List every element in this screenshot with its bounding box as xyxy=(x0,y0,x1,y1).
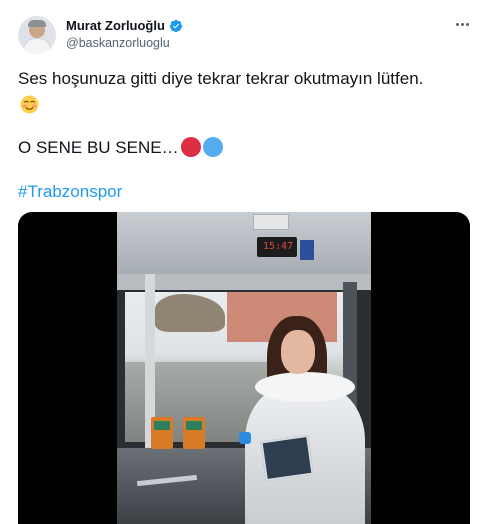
tweet-text-line-2-label: O SENE BU SENE… xyxy=(18,138,179,157)
person-face xyxy=(281,330,315,374)
author-handle[interactable]: @baskanzorluoglu xyxy=(66,36,170,50)
smiling-face-with-blush-icon xyxy=(20,95,39,114)
more-dot xyxy=(466,23,469,26)
video-frame[interactable]: 15:47 xyxy=(117,212,371,524)
author-display-name[interactable]: Murat Zorluoğlu xyxy=(66,18,165,33)
avatar-body xyxy=(23,38,51,54)
card-validator xyxy=(151,417,173,449)
bus-display-digits: 15:47 xyxy=(263,241,294,252)
video-media[interactable]: 15:47 xyxy=(18,212,470,524)
red-circle-icon xyxy=(180,137,201,157)
tweet: Murat Zorluoğlu @baskanzorluoglu Ses hoş… xyxy=(0,0,490,524)
bus-sign xyxy=(300,240,314,260)
verified-badge-icon xyxy=(169,19,183,32)
bus-display: 15:47 xyxy=(257,237,297,257)
magazine xyxy=(260,434,314,482)
avatar-hair xyxy=(28,20,46,27)
coat-fur-collar xyxy=(255,372,355,402)
transit-card xyxy=(239,432,251,444)
tweet-text-line-1: Ses hoşunuza gitti diye tekrar tekrar ok… xyxy=(18,69,424,88)
avatar[interactable] xyxy=(18,16,56,54)
card-validator xyxy=(183,417,205,449)
validator-screen xyxy=(154,421,170,430)
more-dot xyxy=(456,23,459,26)
ceiling-light xyxy=(253,214,289,230)
validator-screen xyxy=(186,421,202,430)
tweet-text-line-2: O SENE BU SENE… xyxy=(18,137,223,158)
author-name-row: Murat Zorluoğlu xyxy=(66,18,183,33)
hashtag-link[interactable]: #Trabzonspor xyxy=(18,182,122,202)
more-horizontal-icon[interactable] xyxy=(455,20,471,30)
windshield-frame xyxy=(117,274,371,290)
more-dot xyxy=(461,23,464,26)
blue-circle-icon xyxy=(202,137,223,157)
